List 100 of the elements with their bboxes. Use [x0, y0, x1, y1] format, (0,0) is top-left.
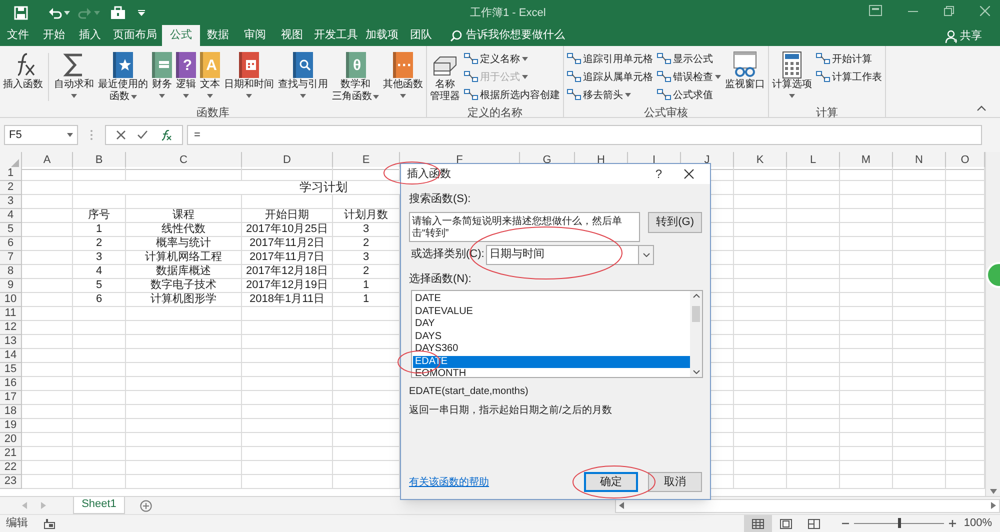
column-header[interactable]: A — [22, 152, 73, 170]
column-header[interactable]: D — [242, 152, 333, 170]
customize-icon[interactable] — [138, 10, 145, 16]
zoom-out-icon[interactable] — [842, 520, 849, 527]
collapse-ribbon-icon[interactable] — [977, 105, 986, 111]
ribbon-tab[interactable]: 开始 — [36, 25, 72, 46]
row-header[interactable]: 6 — [0, 237, 22, 251]
caret-icon[interactable] — [130, 95, 136, 99]
row-header[interactable]: 8 — [0, 265, 22, 279]
share-button[interactable]: 共享 — [960, 28, 982, 44]
calculator-icon[interactable] — [781, 51, 803, 79]
page-break-icon[interactable] — [808, 518, 820, 528]
row-header[interactable]: 20 — [0, 433, 22, 447]
ribbon-button[interactable]: 追踪引用单元格 — [567, 51, 653, 67]
row-header[interactable]: 7 — [0, 251, 22, 265]
caret-icon[interactable] — [207, 94, 213, 98]
chevron-down-icon[interactable] — [642, 252, 650, 256]
row-header[interactable]: 2 — [0, 181, 22, 195]
ribbon-button[interactable]: 移去箭头 — [567, 87, 653, 103]
row-header[interactable]: 11 — [0, 307, 22, 321]
diagram-icon[interactable] — [816, 71, 830, 83]
diagram-icon[interactable] — [657, 89, 671, 101]
help-link[interactable]: 有关该函数的帮助 — [409, 474, 489, 490]
restore-icon[interactable] — [944, 6, 954, 16]
ribbon-tab[interactable]: 审阅 — [236, 25, 274, 46]
list-item[interactable]: DATE — [413, 293, 690, 306]
book-icon[interactable] — [293, 52, 313, 78]
caret-icon[interactable] — [71, 94, 77, 98]
page-layout-icon[interactable] — [780, 518, 792, 528]
ribbon-tab[interactable]: 页面布局 — [108, 25, 162, 46]
ribbon-tab[interactable]: 开发工具 — [310, 25, 362, 46]
row-header[interactable]: 23 — [0, 475, 22, 489]
diagram-icon[interactable] — [816, 53, 830, 65]
caret-icon[interactable] — [183, 94, 189, 98]
row-header[interactable]: 19 — [0, 419, 22, 433]
scroll-thumb[interactable] — [692, 306, 700, 322]
caret-icon[interactable] — [715, 75, 721, 79]
scroll-down-icon[interactable] — [990, 489, 996, 494]
tell-me-field[interactable]: 告诉我你想要做什么 — [466, 27, 565, 44]
row-header[interactable]: 16 — [0, 377, 22, 391]
diagram-icon[interactable] — [567, 53, 581, 65]
book-icon[interactable]: ? — [176, 52, 196, 78]
ribbon-button[interactable]: A 文本 — [198, 51, 222, 106]
ok-button[interactable]: 确定 — [584, 472, 638, 492]
ribbon-tab[interactable]: 公式 — [162, 25, 200, 46]
row-header[interactable]: 17 — [0, 391, 22, 405]
formula-field[interactable]: = — [187, 125, 982, 145]
column-header[interactable]: K — [734, 152, 787, 170]
save-icon[interactable] — [14, 6, 28, 20]
vertical-scrollbar[interactable] — [985, 152, 1000, 496]
ribbon-button[interactable]: 根据所选内容创建 — [464, 87, 560, 103]
diagram-icon[interactable] — [464, 89, 478, 101]
macro-record-icon[interactable] — [44, 518, 55, 528]
column-header[interactable]: N — [893, 152, 946, 170]
grid-view-icon[interactable] — [752, 518, 764, 528]
ribbon-button[interactable]: 查找与引用 — [276, 51, 330, 106]
diagram-icon[interactable] — [657, 71, 671, 83]
category-dropdown[interactable]: 日期与时间 — [486, 244, 654, 264]
list-item[interactable]: DAYS — [413, 330, 690, 343]
ribbon-button[interactable]: 公式求值 — [657, 87, 721, 103]
undo-icon[interactable] — [48, 6, 62, 20]
scroll-down-icon[interactable] — [692, 370, 700, 374]
row-header[interactable]: 18 — [0, 405, 22, 419]
caret-icon[interactable] — [373, 95, 379, 99]
scroll-left-icon[interactable] — [619, 502, 624, 509]
caret-icon[interactable] — [246, 94, 252, 98]
caret-icon[interactable] — [522, 57, 528, 61]
ribbon-button[interactable]: 日期和时间 — [222, 51, 276, 106]
caret-icon[interactable] — [789, 94, 795, 98]
caret-icon[interactable] — [625, 93, 631, 97]
ribbon-button[interactable]: 监视窗口 — [723, 51, 767, 106]
ribbon-tab[interactable]: 文件 — [0, 25, 36, 46]
book-icon[interactable] — [113, 52, 133, 78]
view-button[interactable] — [744, 515, 772, 532]
sheet-tab[interactable]: Sheet1 — [73, 496, 125, 514]
list-item[interactable]: DAYS360 — [413, 343, 690, 356]
list-item[interactable]: DAY — [413, 318, 690, 330]
scroll-up-icon[interactable] — [692, 294, 700, 298]
ribbon-button[interactable]: 插入函数 — [1, 51, 45, 106]
cancel-button[interactable]: 取消 — [648, 472, 702, 492]
ribbon-button[interactable]: ? 逻辑 — [174, 51, 198, 106]
scroll-right-icon[interactable] — [991, 502, 996, 509]
caret-icon[interactable] — [159, 94, 165, 98]
add-sheet-icon[interactable] — [140, 500, 152, 512]
ribbon-button[interactable]: 计算选项 — [770, 51, 814, 106]
ribbon-tab[interactable]: 插入 — [72, 25, 108, 46]
ribbon-button[interactable]: ··· 其他函数 — [381, 51, 425, 106]
ribbon-button[interactable]: θ 数学和 三角函数 — [330, 51, 381, 106]
row-header[interactable]: 3 — [0, 195, 22, 209]
ribbon-button[interactable]: 计算工作表 — [816, 69, 882, 85]
ribbon-display-icon[interactable] — [869, 5, 882, 16]
search-field[interactable]: 请输入一条简短说明来描述您想做什么，然后单击“转到” — [409, 212, 640, 242]
row-header[interactable]: 22 — [0, 461, 22, 475]
ribbon-tab[interactable]: 团队 — [402, 25, 440, 46]
ribbon-button[interactable]: 名称 管理器 — [428, 51, 462, 106]
zoom-slider[interactable] — [898, 518, 901, 528]
ribbon-tab[interactable]: 视图 — [274, 25, 310, 46]
book-icon[interactable] — [239, 52, 259, 78]
checkmark-icon[interactable] — [137, 130, 148, 140]
column-header[interactable]: B — [73, 152, 126, 170]
